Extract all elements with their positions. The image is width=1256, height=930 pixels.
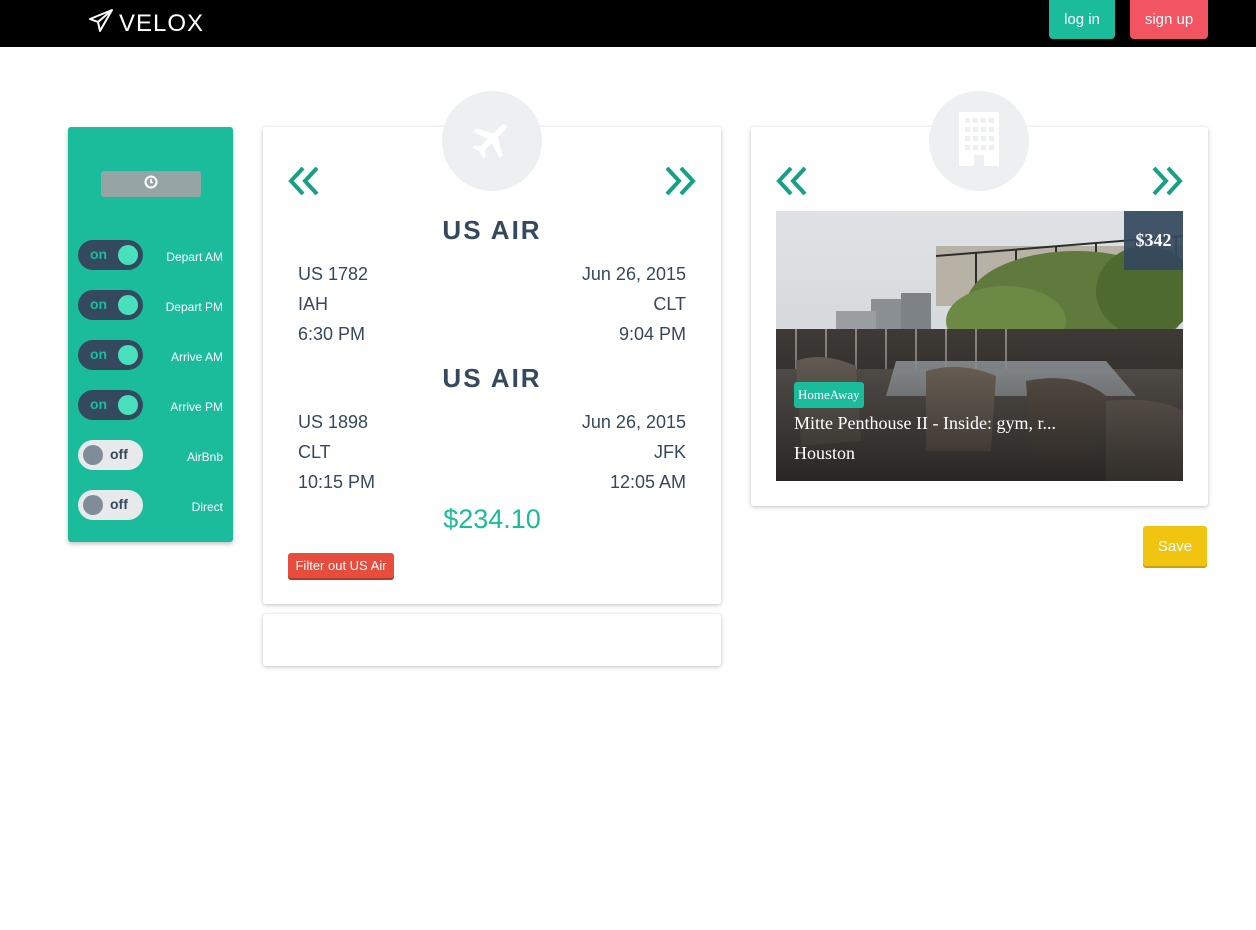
filter-sidebar: $ on Depart AM on Depart PM on Arrive AM…: [68, 127, 233, 542]
flight-badge: [442, 91, 542, 191]
leg-1-time-row: 6:30 PM 9:04 PM: [298, 324, 686, 346]
airbnb-toggle[interactable]: off: [78, 440, 143, 470]
origin-airport: IAH: [298, 294, 329, 314]
destination-airport: CLT: [653, 294, 686, 314]
toggle-knob: [118, 245, 138, 265]
next-hotel-button[interactable]: [1151, 165, 1183, 197]
filter-arrive-pm: on Arrive PM: [78, 390, 223, 420]
depart-time: 10:15 PM: [298, 472, 376, 492]
depart-pm-toggle[interactable]: on: [78, 290, 143, 320]
clock-icon: [144, 175, 158, 194]
hotel-photo[interactable]: $342 HomeAway Mitte Penthouse II - Insid…: [776, 211, 1183, 481]
toggle-knob: [118, 295, 138, 315]
destination-airport: JFK: [653, 442, 686, 462]
arrive-am-toggle[interactable]: on: [78, 340, 143, 370]
next-flight-button[interactable]: [664, 165, 696, 197]
filter-depart-pm: on Depart PM: [78, 290, 223, 320]
leg-2-airport-row: CLT JFK: [298, 442, 686, 464]
hotel-badge: [929, 91, 1029, 191]
toggle-state: on: [90, 346, 108, 362]
save-button[interactable]: Save: [1143, 526, 1207, 566]
flight-date: Jun 26, 2015: [581, 264, 686, 284]
top-navbar: VELOX log in sign up: [0, 0, 1256, 47]
leg-1-flight-row: US 1782 Jun 26, 2015: [298, 264, 686, 286]
filter-depart-am: on Depart AM: [78, 240, 223, 270]
brand-logo[interactable]: VELOX: [88, 8, 204, 39]
airline-name: US AIR: [442, 363, 542, 393]
hotel-card: $342 HomeAway Mitte Penthouse II - Insid…: [751, 91, 1208, 506]
toggle-knob: [118, 395, 138, 415]
double-chevron-left-icon: [776, 166, 808, 201]
depart-am-toggle[interactable]: on: [78, 240, 143, 270]
toggle-knob: [83, 445, 103, 465]
hotel-source-badge: HomeAway: [794, 382, 864, 408]
sort-toggle: $: [101, 171, 201, 197]
toggle-state: off: [110, 496, 128, 512]
toggle-state: off: [110, 446, 128, 462]
sort-by-time-button[interactable]: [101, 171, 201, 197]
hotel-price-badge: $342: [1124, 211, 1183, 270]
filter-out-airline-button[interactable]: Filter out US Air: [288, 553, 394, 578]
previous-hotel-button[interactable]: [776, 165, 808, 197]
previous-flight-button[interactable]: [288, 165, 320, 197]
flight-card-secondary: [263, 614, 721, 666]
leg-2-time-row: 10:15 PM 12:05 AM: [298, 472, 686, 494]
airplane-icon: [469, 116, 515, 167]
toggle-state: on: [90, 296, 108, 312]
flight-number: US 1898: [298, 412, 369, 432]
direct-toggle[interactable]: off: [78, 490, 143, 520]
login-button[interactable]: log in: [1049, 0, 1115, 39]
arrive-pm-toggle[interactable]: on: [78, 390, 143, 420]
brand-name: VELOX: [119, 9, 205, 37]
signup-button[interactable]: sign up: [1130, 0, 1208, 39]
double-chevron-right-icon: [1151, 166, 1183, 201]
leg-1-airport-row: IAH CLT: [298, 294, 686, 316]
arrive-time: 12:05 AM: [609, 472, 686, 492]
flight-number: US 1782: [298, 264, 369, 284]
toggle-state: on: [90, 396, 108, 412]
arrive-time: 9:04 PM: [618, 324, 686, 344]
toggle-state: on: [90, 246, 108, 262]
filter-label: Arrive AM: [170, 350, 223, 364]
filter-direct: off Direct: [78, 490, 223, 520]
filter-label: AirBnb: [186, 450, 223, 464]
hotel-name: Mitte Penthouse II - Inside: gym, r...: [794, 413, 1056, 433]
double-chevron-right-icon: [664, 166, 696, 201]
flight-card: US AIR US 1782 Jun 26, 2015 IAH CLT 6:30…: [263, 91, 721, 604]
toggle-knob: [118, 345, 138, 365]
airline-name: US AIR: [442, 215, 542, 245]
hotel-city: Houston: [794, 443, 856, 463]
filter-arrive-am: on Arrive AM: [78, 340, 223, 370]
filter-label: Depart AM: [166, 250, 223, 264]
paper-plane-icon: [88, 8, 114, 39]
filter-label: Arrive PM: [170, 400, 223, 414]
filter-label: Direct: [191, 500, 223, 514]
leg-2-flight-row: US 1898 Jun 26, 2015: [298, 412, 686, 434]
filter-label: Depart PM: [165, 300, 223, 314]
double-chevron-left-icon: [288, 166, 320, 201]
flight-price: $234.10: [443, 504, 541, 534]
depart-time: 6:30 PM: [298, 324, 366, 344]
building-icon: [957, 111, 1001, 171]
filter-airbnb: off AirBnb: [78, 440, 223, 470]
toggle-knob: [83, 495, 103, 515]
origin-airport: CLT: [298, 442, 331, 462]
flight-date: Jun 26, 2015: [581, 412, 686, 432]
